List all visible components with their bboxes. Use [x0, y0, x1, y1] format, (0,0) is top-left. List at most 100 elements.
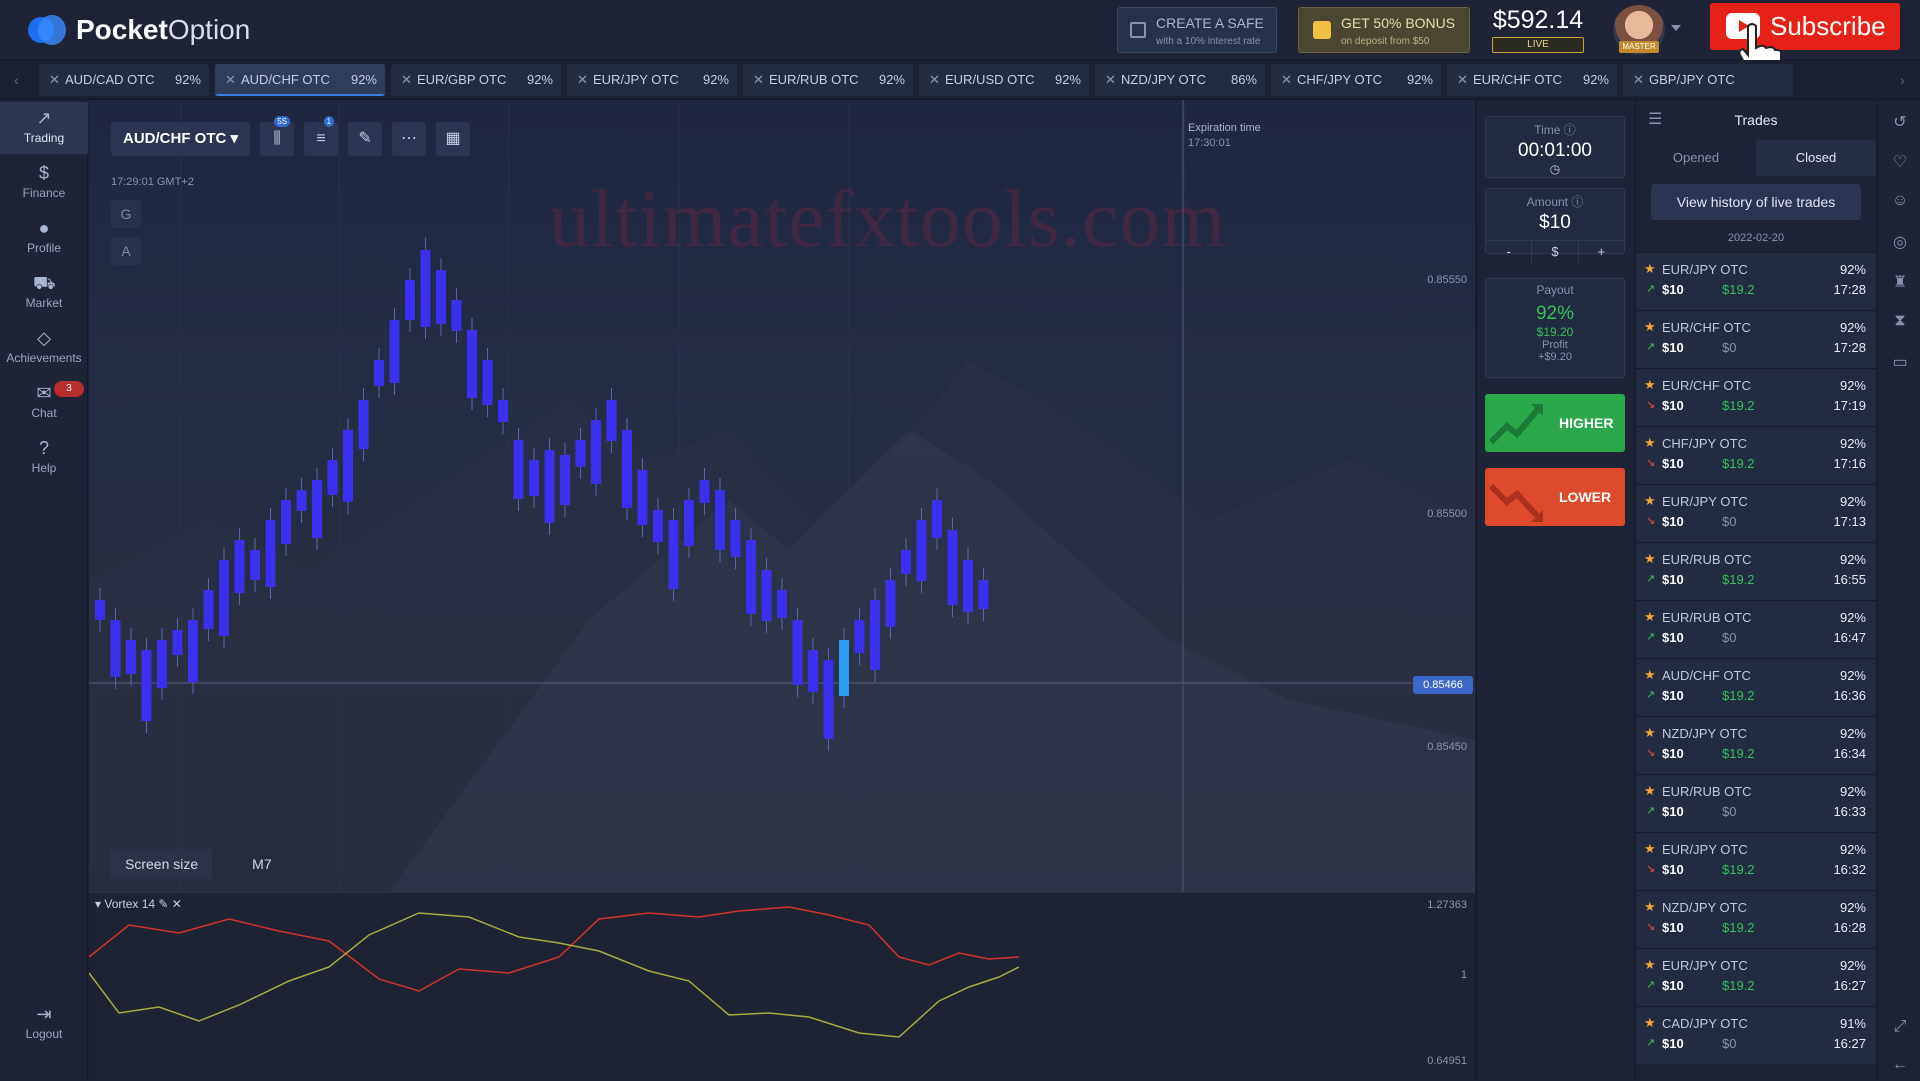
tournaments-icon[interactable]: ♜ [1890, 272, 1910, 292]
star-icon[interactable]: ★ [1644, 783, 1656, 799]
time-box[interactable]: Time ⓘ 00:01:00 ◷ [1485, 116, 1625, 178]
close-icon[interactable]: ✕ [577, 64, 588, 96]
trade-row[interactable]: ★ EUR/RUB OTC 92% ↗ $10 $0 16:47 [1636, 600, 1876, 658]
social-trading-icon[interactable]: ☺ [1890, 192, 1910, 212]
star-icon[interactable]: ★ [1644, 435, 1656, 451]
star-icon[interactable]: ★ [1644, 319, 1656, 335]
trade-row[interactable]: ★ EUR/JPY OTC 92% ↘ $10 $0 17:13 [1636, 484, 1876, 542]
star-icon[interactable]: ★ [1644, 725, 1656, 741]
price-chart[interactable]: ultimatefxtools.com AUD/CHF OTC ▾ ⫼ 5S ≡ 1… [89, 100, 1475, 892]
amount-value[interactable]: $10 [1486, 212, 1624, 234]
asset-tab[interactable]: ✕ EUR/USD OTC 92% [919, 64, 1089, 96]
amount-box[interactable]: Amount ⓘ $10 - $ + [1485, 188, 1625, 263]
vortex-indicator-pane[interactable]: ▾ Vortex 14 ✎ ✕ 1.27363 1 0.64951 [89, 892, 1475, 1080]
nav-item-trading[interactable]: ↗ Trading [0, 102, 88, 154]
currency-toggle-button[interactable]: $ [1531, 241, 1577, 263]
amount-increase-button[interactable]: + [1577, 241, 1624, 263]
trade-row[interactable]: ★ AUD/CHF OTC 92% ↗ $10 $19.2 16:36 [1636, 658, 1876, 716]
view-history-button[interactable]: View history of live trades [1651, 184, 1861, 220]
trade-row[interactable]: ★ EUR/CHF OTC 92% ↗ $10 $0 17:28 [1636, 310, 1876, 368]
bonus-button[interactable]: GET 50% BONUS on deposit from $50 [1298, 7, 1470, 53]
nav-item-logout[interactable]: ⇥ Logout [0, 998, 88, 1050]
promo-icon[interactable]: ▭ [1890, 352, 1910, 372]
trade-row[interactable]: ★ EUR/CHF OTC 92% ↘ $10 $19.2 17:19 [1636, 368, 1876, 426]
lower-button[interactable]: LOWER [1485, 468, 1625, 526]
trade-result: $0 [1722, 514, 1737, 529]
star-icon[interactable]: ★ [1644, 957, 1656, 973]
close-icon[interactable]: ✕ [1633, 64, 1644, 96]
star-icon[interactable]: ★ [1644, 1015, 1656, 1031]
asset-tab[interactable]: ✕ AUD/CAD OTC 92% [39, 64, 209, 96]
nav-item-profile[interactable]: ● Profile [0, 212, 88, 264]
trade-row[interactable]: ★ EUR/JPY OTC 92% ↗ $10 $19.2 16:27 [1636, 948, 1876, 1006]
chart-side-button-g[interactable]: G [111, 200, 141, 228]
higher-button[interactable]: HIGHER [1485, 394, 1625, 452]
close-icon[interactable]: ✕ [1281, 64, 1292, 96]
close-icon[interactable]: ✕ [49, 64, 60, 96]
drawing-tools-icon[interactable]: ✎ [348, 122, 383, 156]
trade-row[interactable]: ★ CAD/JPY OTC 91% ↗ $10 $0 16:27 [1636, 1006, 1876, 1064]
hourglass-icon[interactable]: ⧗ [1890, 312, 1910, 332]
history-icon[interactable]: ↺ [1890, 112, 1910, 132]
tabs-scroll-left-icon[interactable]: ‹ [14, 72, 19, 88]
indicators-icon[interactable]: ≡ 1 [304, 116, 339, 156]
close-icon[interactable]: ✕ [225, 64, 236, 96]
close-icon[interactable]: ✕ [401, 64, 412, 96]
asset-tab[interactable]: ✕ EUR/CHF OTC 92% [1447, 64, 1617, 96]
asset-tab[interactable]: ✕ NZD/JPY OTC 86% [1095, 64, 1265, 96]
trade-row[interactable]: ★ EUR/JPY OTC 92% ↘ $10 $19.2 16:32 [1636, 832, 1876, 890]
asset-tab[interactable]: ✕ EUR/RUB OTC 92% [743, 64, 913, 96]
nav-item-market[interactable]: ⛟ Market [0, 267, 88, 319]
nav-item-help[interactable]: ? Help [0, 432, 88, 484]
layout-grid-icon[interactable]: ▦ [436, 122, 471, 156]
list-icon[interactable]: ☰ [1648, 100, 1662, 140]
express-trades-icon[interactable]: ◎ [1890, 232, 1910, 252]
trade-row[interactable]: ★ CHF/JPY OTC 92% ↘ $10 $19.2 17:16 [1636, 426, 1876, 484]
time-value[interactable]: 00:01:00 [1486, 140, 1624, 162]
star-icon[interactable]: ★ [1644, 841, 1656, 857]
close-icon[interactable]: ✕ [753, 64, 764, 96]
star-icon[interactable]: ★ [1644, 551, 1656, 567]
nav-item-chat[interactable]: ✉ Chat 3 [0, 377, 88, 429]
close-icon[interactable]: ✕ [1105, 64, 1116, 96]
screen-size-control[interactable]: Screen size M7 [111, 849, 312, 879]
logo[interactable]: PocketOption [28, 14, 250, 46]
star-icon[interactable]: ★ [1644, 609, 1656, 625]
screen-size-value[interactable]: M7 [212, 849, 312, 879]
tab-closed[interactable]: Closed [1756, 140, 1876, 176]
star-icon[interactable]: ★ [1644, 899, 1656, 915]
create-safe-button[interactable]: CREATE A SAFE with a 10% interest rate [1117, 7, 1277, 53]
tabs-scroll-right-icon[interactable]: › [1900, 72, 1905, 88]
chart-type-icon[interactable]: ⫼ 5S [260, 116, 295, 156]
trade-row[interactable]: ★ EUR/RUB OTC 92% ↗ $10 $0 16:33 [1636, 774, 1876, 832]
symbol-selector[interactable]: AUD/CHF OTC ▾ [111, 122, 251, 156]
trade-row[interactable]: ★ EUR/JPY OTC 92% ↗ $10 $19.2 17:28 [1636, 252, 1876, 310]
asset-tab[interactable]: ✕ EUR/JPY OTC 92% [567, 64, 737, 96]
close-icon[interactable]: ✕ [1457, 64, 1468, 96]
star-icon[interactable]: ★ [1644, 377, 1656, 393]
amount-decrease-button[interactable]: - [1486, 241, 1531, 263]
avatar[interactable]: MASTER [1613, 5, 1665, 55]
asset-tab[interactable]: ✕ EUR/GBP OTC 92% [391, 64, 561, 96]
star-icon[interactable]: ★ [1644, 667, 1656, 683]
nav-item-finance[interactable]: $ Finance [0, 157, 88, 209]
asset-tab[interactable]: ✕ CHF/JPY OTC 92% [1271, 64, 1441, 96]
trade-row[interactable]: ★ EUR/RUB OTC 92% ↗ $10 $19.2 16:55 [1636, 542, 1876, 600]
nav-label: Achievements [6, 351, 82, 365]
chart-side-button-a[interactable]: A [111, 237, 141, 265]
trade-row[interactable]: ★ NZD/JPY OTC 92% ↘ $10 $19.2 16:28 [1636, 890, 1876, 948]
star-icon[interactable]: ★ [1644, 493, 1656, 509]
nav-item-achievements[interactable]: ◇ Achievements [0, 322, 88, 374]
asset-tab[interactable]: ✕ AUD/CHF OTC 92% [215, 64, 385, 96]
more-icon[interactable]: ⋯ [392, 122, 427, 156]
chevron-down-icon[interactable] [1671, 25, 1681, 31]
trade-row[interactable]: ★ NZD/JPY OTC 92% ↘ $10 $19.2 16:34 [1636, 716, 1876, 774]
close-icon[interactable]: ✕ [929, 64, 940, 96]
balance-display[interactable]: $592.14 LIVE [1488, 6, 1588, 53]
tab-opened[interactable]: Opened [1636, 140, 1756, 176]
collapse-icon[interactable]: ← [1890, 1056, 1910, 1076]
asset-tab[interactable]: ✕ GBP/JPY OTC [1623, 64, 1793, 96]
fullscreen-icon[interactable]: ⤢ [1890, 1018, 1910, 1038]
signals-icon[interactable]: ♡ [1890, 152, 1910, 172]
star-icon[interactable]: ★ [1644, 261, 1656, 277]
